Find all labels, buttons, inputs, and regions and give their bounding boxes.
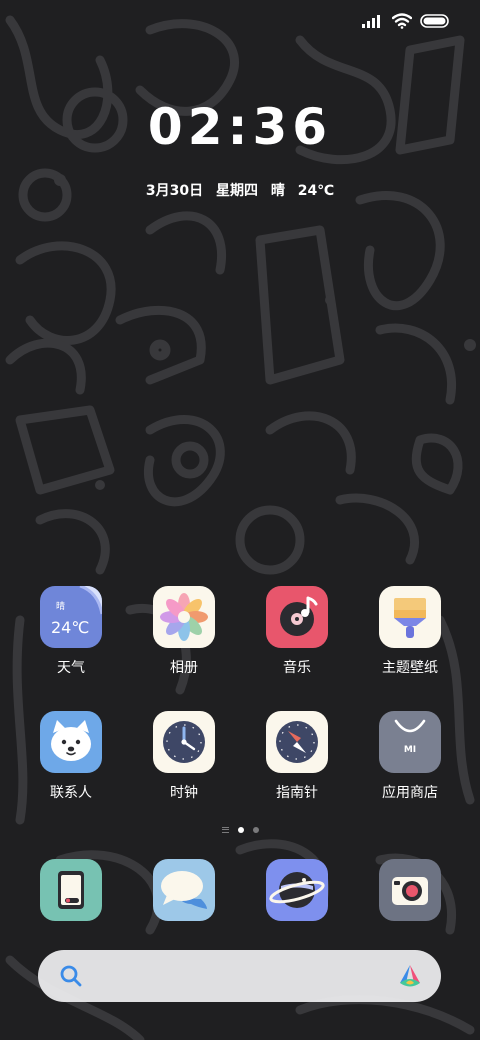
weather-tile-temperature: 24℃ xyxy=(51,618,90,637)
app-store[interactable]: MI 应用商店 xyxy=(355,711,465,802)
compass-icon xyxy=(266,711,328,773)
dock-phone-app[interactable] xyxy=(16,859,126,921)
search-bar[interactable] xyxy=(38,950,441,1002)
gallery-icon xyxy=(153,586,215,648)
signal-icon xyxy=(362,15,380,28)
app-store-icon: MI xyxy=(379,711,441,773)
search-icon[interactable] xyxy=(59,964,83,988)
camera-icon xyxy=(379,859,441,921)
app-label: 主题壁纸 xyxy=(382,660,438,676)
weather-tile-condition: 晴 xyxy=(56,602,66,612)
themes-icon xyxy=(379,586,441,648)
browser-icon xyxy=(266,859,328,921)
page-dot-current[interactable] xyxy=(237,827,244,833)
app-label: 联系人 xyxy=(50,785,92,801)
clock-icon xyxy=(153,711,215,773)
dock-browser-app[interactable] xyxy=(242,859,352,921)
contacts-icon xyxy=(40,711,102,773)
app-clock[interactable]: 时钟 xyxy=(129,711,239,802)
date-weekday: 星期四 xyxy=(215,183,258,199)
app-weather[interactable]: 晴 24℃ 天气 xyxy=(16,586,126,677)
page-indicator[interactable] xyxy=(0,824,480,836)
app-label: 相册 xyxy=(170,660,198,676)
date-day: 3月30日 xyxy=(145,183,204,199)
music-icon xyxy=(266,586,328,648)
date-weather-line[interactable]: 3月30日 星期四 晴 24℃ xyxy=(0,180,480,200)
battery-icon xyxy=(420,14,449,28)
messages-icon xyxy=(153,859,215,921)
dock-messages-app[interactable] xyxy=(129,859,239,921)
app-label: 时钟 xyxy=(170,785,198,801)
phone-icon xyxy=(40,859,102,921)
app-label: 音乐 xyxy=(283,660,311,676)
weather-condition: 晴 xyxy=(270,183,285,199)
weather-icon: 晴 24℃ xyxy=(40,586,102,648)
app-label: 天气 xyxy=(57,660,85,676)
clock-time[interactable]: 02:36 xyxy=(0,98,480,156)
app-music[interactable]: 音乐 xyxy=(242,586,352,677)
app-label: 应用商店 xyxy=(382,785,438,801)
voice-assistant-icon[interactable] xyxy=(397,963,423,989)
wifi-icon xyxy=(392,13,412,29)
app-compass[interactable]: 指南针 xyxy=(242,711,352,802)
page-indicator-list[interactable] xyxy=(221,827,229,833)
app-label: 指南针 xyxy=(276,785,318,801)
app-themes[interactable]: 主题壁纸 xyxy=(355,586,465,677)
dock-camera-app[interactable] xyxy=(355,859,465,921)
app-store-logo-text: MI xyxy=(403,745,417,755)
app-contacts[interactable]: 联系人 xyxy=(16,711,126,802)
status-bar xyxy=(362,10,450,32)
app-gallery[interactable]: 相册 xyxy=(129,586,239,677)
page-dot[interactable] xyxy=(252,827,259,833)
weather-temperature: 24℃ xyxy=(297,183,335,199)
